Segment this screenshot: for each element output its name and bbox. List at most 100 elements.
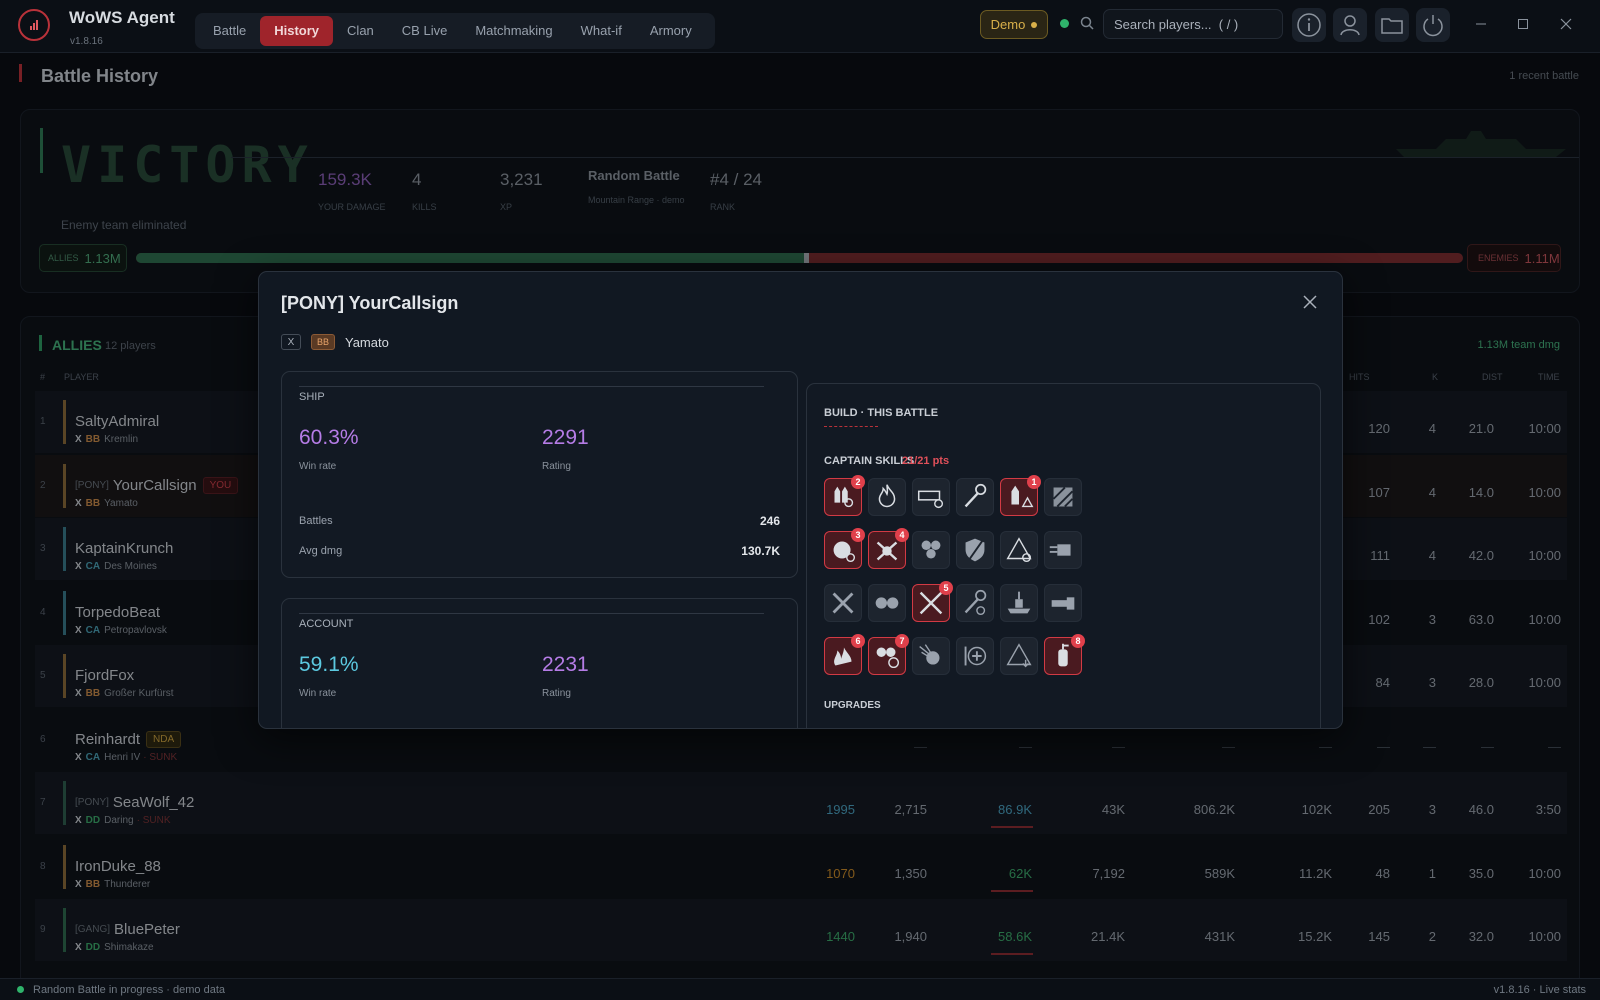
ship-rating: 2291 bbox=[542, 426, 589, 449]
wrench-reload-icon[interactable] bbox=[956, 584, 994, 622]
app-version: v1.8.16 bbox=[70, 36, 103, 47]
account-rating-label: Rating bbox=[542, 688, 571, 699]
warning-down-icon-glyph bbox=[1006, 643, 1032, 668]
battles-label: Battles bbox=[299, 515, 333, 527]
heal-icon-glyph bbox=[964, 646, 987, 666]
info-icon bbox=[1297, 13, 1321, 37]
ship-rating-label: Rating bbox=[542, 461, 571, 472]
upgrades-label: UPGRADES bbox=[824, 700, 881, 711]
minimize-icon[interactable] bbox=[1471, 14, 1491, 34]
meteor-icon-glyph bbox=[919, 644, 940, 665]
plane-crossed-icon[interactable] bbox=[824, 584, 862, 622]
meteor-icon[interactable] bbox=[912, 637, 950, 675]
status-bar: Random Battle in progress · demo data v1… bbox=[0, 978, 1600, 1000]
account-panel-title: ACCOUNT bbox=[299, 618, 354, 630]
captain-skills-points: 21/21 pts bbox=[902, 455, 950, 467]
modal-close-button[interactable] bbox=[1300, 292, 1320, 312]
shell-warning-icon[interactable]: 1 bbox=[1000, 475, 1041, 516]
power-icon bbox=[1423, 15, 1443, 37]
fire-icon[interactable] bbox=[868, 478, 906, 516]
build-title: BUILD · THIS BATTLE bbox=[824, 407, 939, 419]
shield-icon[interactable] bbox=[956, 531, 994, 569]
tab-battle[interactable]: Battle bbox=[199, 16, 260, 46]
demo-label: Demo bbox=[990, 17, 1026, 32]
camo-icon[interactable] bbox=[1044, 478, 1082, 516]
user-icon bbox=[1340, 15, 1360, 36]
fan-icon-glyph bbox=[921, 540, 941, 559]
skill-rank-badge: 8 bbox=[1071, 634, 1085, 648]
modal-ship-name: Yamato bbox=[345, 335, 389, 350]
tab-cb-live[interactable]: CB Live bbox=[388, 16, 462, 46]
avgdmg-label: Avg dmg bbox=[299, 545, 343, 557]
account-stats-panel: ACCOUNT 59.1% Win rate 2231 Rating bbox=[281, 598, 798, 728]
search-input[interactable] bbox=[1103, 9, 1283, 39]
battles-value: 246 bbox=[759, 514, 780, 528]
aa-crossed-icon[interactable]: 4 bbox=[868, 528, 909, 569]
ship-stats-panel: SHIP 60.3% Win rate 2291 Rating Battles … bbox=[281, 371, 798, 578]
account-winrate: 59.1% bbox=[299, 653, 359, 676]
status-dot-icon bbox=[17, 986, 24, 993]
maximize-icon[interactable] bbox=[1513, 14, 1533, 34]
crossed-swords-icon[interactable]: 5 bbox=[912, 581, 953, 622]
tab-what-if[interactable]: What-if bbox=[567, 16, 636, 46]
fire-icon-glyph bbox=[878, 484, 896, 508]
fan-icon[interactable] bbox=[912, 531, 950, 569]
power-button[interactable] bbox=[1416, 8, 1450, 42]
skill-rank-badge: 3 bbox=[851, 528, 865, 542]
bombs-icon[interactable] bbox=[868, 584, 906, 622]
heal-icon[interactable] bbox=[956, 637, 994, 675]
wrench-reload-icon-glyph bbox=[964, 589, 987, 616]
shield-icon-glyph bbox=[965, 538, 985, 562]
shell-reload-icon[interactable]: 2 bbox=[824, 475, 865, 516]
ship-upgrade-icon[interactable] bbox=[1000, 584, 1038, 622]
gun-turret-icon[interactable] bbox=[1044, 531, 1082, 569]
player-detail-modal: [PONY] YourCallsign X BB Yamato SHIP 60.… bbox=[258, 271, 1343, 729]
fire-spread-icon[interactable]: 6 bbox=[824, 634, 865, 675]
main-nav: Battle History Clan CB Live Matchmaking … bbox=[195, 13, 715, 49]
build-panel: BUILD · THIS BATTLE CAPTAIN SKILLS 21/21… bbox=[806, 383, 1321, 728]
profile-button[interactable] bbox=[1333, 8, 1367, 42]
skill-rank-badge: 6 bbox=[851, 634, 865, 648]
wrench-repair-icon[interactable] bbox=[956, 478, 994, 516]
warning-target-icon-glyph bbox=[1006, 537, 1032, 563]
account-panel-rule bbox=[299, 613, 764, 614]
ship-upgrade-icon-glyph bbox=[1007, 591, 1031, 614]
app-name: WoWS Agent bbox=[69, 8, 175, 27]
gun-reload-icon-glyph bbox=[917, 490, 944, 509]
build-title-underline bbox=[824, 426, 878, 427]
wrench-repair-icon-glyph bbox=[964, 483, 987, 508]
app-logo-icon bbox=[18, 9, 50, 41]
warning-target-icon[interactable] bbox=[1000, 531, 1038, 569]
demo-dot-icon bbox=[1031, 21, 1038, 28]
gun-turret-icon-glyph bbox=[1049, 544, 1071, 556]
skill-rank-badge: 7 bbox=[895, 634, 909, 648]
close-window-icon[interactable] bbox=[1556, 14, 1576, 34]
tab-matchmaking[interactable]: Matchmaking bbox=[461, 16, 566, 46]
ship-winrate: 60.3% bbox=[299, 426, 359, 449]
plane-crossed-icon-glyph bbox=[832, 592, 854, 614]
bomb-target-icon[interactable]: 7 bbox=[868, 634, 909, 675]
camo-icon-glyph bbox=[1052, 486, 1074, 508]
info-button[interactable] bbox=[1292, 8, 1326, 42]
avgdmg-value: 130.7K bbox=[741, 544, 780, 558]
account-rating: 2231 bbox=[542, 653, 589, 676]
ship-panel-rule bbox=[299, 386, 764, 387]
tab-history[interactable]: History bbox=[260, 16, 334, 46]
gun-reload-icon[interactable] bbox=[912, 478, 950, 516]
extinguisher-icon[interactable]: 8 bbox=[1044, 634, 1085, 675]
warning-down-icon[interactable] bbox=[1000, 637, 1038, 675]
status-right: v1.8.16 · Live stats bbox=[1493, 984, 1586, 996]
chainsaw-icon[interactable] bbox=[1044, 584, 1082, 622]
skill-rank-badge: 4 bbox=[895, 528, 909, 542]
detonation-reload-icon[interactable]: 3 bbox=[824, 528, 865, 569]
ship-tier-badge: X bbox=[281, 334, 301, 350]
tab-clan[interactable]: Clan bbox=[333, 16, 388, 46]
status-text: Random Battle in progress · demo data bbox=[33, 984, 225, 996]
ship-class-badge: BB bbox=[311, 334, 335, 350]
account-winrate-label: Win rate bbox=[299, 688, 337, 699]
title-bar: WoWS Agent v1.8.16 Battle History Clan C… bbox=[0, 0, 1600, 53]
demo-badge[interactable]: Demo bbox=[980, 10, 1048, 39]
captain-skills-label: CAPTAIN SKILLS bbox=[824, 455, 915, 467]
tab-armory[interactable]: Armory bbox=[636, 16, 706, 46]
folder-button[interactable] bbox=[1375, 8, 1409, 42]
